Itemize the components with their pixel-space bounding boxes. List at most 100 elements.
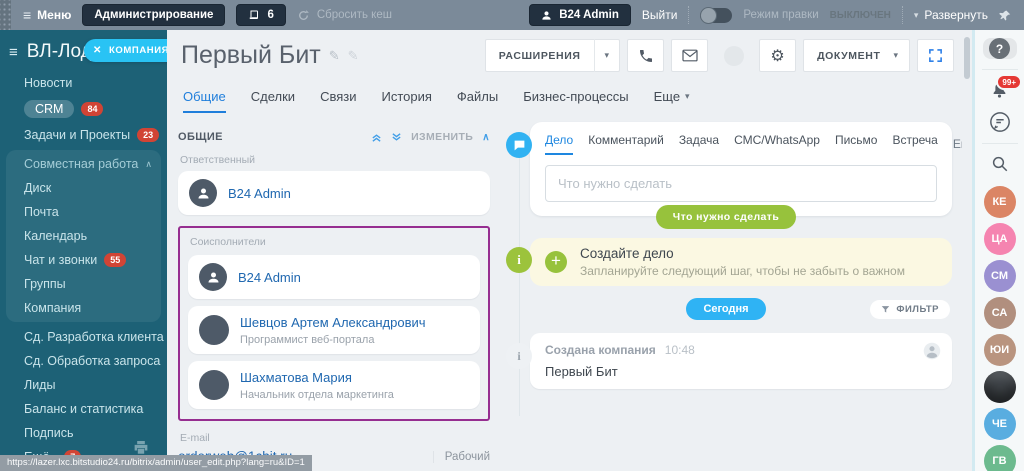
- composer-tab-meeting[interactable]: Встреча: [892, 133, 937, 155]
- expand-button[interactable]: ▾ Развернуть: [914, 8, 988, 22]
- rail-avatar[interactable]: СМ: [983, 260, 1016, 292]
- coexecutor-link[interactable]: Шахматова Мария: [240, 370, 352, 385]
- avatar: [199, 263, 227, 291]
- event-info-icon: i: [506, 343, 532, 369]
- envelope-icon: [681, 49, 698, 62]
- menu-button[interactable]: ≡ Меню: [23, 8, 71, 22]
- tab-relations[interactable]: Связи: [320, 89, 356, 113]
- coexecutor-link[interactable]: B24 Admin: [238, 270, 301, 285]
- chevron-down-icon: ▾: [893, 50, 898, 60]
- current-user-button[interactable]: B24 Admin: [529, 4, 631, 26]
- sidebar-item-request-processing[interactable]: Сд. Обработка запроса: [0, 349, 167, 373]
- sidebar-item-crm[interactable]: CRM 84: [0, 95, 167, 123]
- event-body: Первый Бит: [545, 364, 618, 379]
- expand-all-icon[interactable]: [391, 132, 402, 143]
- hint-title: Создайте дело: [580, 246, 674, 261]
- fullscreen-button[interactable]: [917, 39, 954, 72]
- rail-avatar[interactable]: ЮИ: [983, 334, 1016, 366]
- create-activity-hint[interactable]: + Создайте дело Запланируйте следующий ш…: [530, 238, 952, 286]
- pin-icon[interactable]: [999, 9, 1012, 22]
- tab-general[interactable]: Общие: [183, 89, 226, 113]
- reset-cache-button[interactable]: Сбросить кеш: [297, 9, 392, 22]
- rail-avatar[interactable]: СА: [983, 297, 1016, 329]
- rail-avatar[interactable]: ЦА: [983, 223, 1016, 255]
- todo-submit-button[interactable]: Что нужно сделать: [655, 205, 797, 229]
- coexecutor-card[interactable]: Шахматова Мария Начальник отдела маркети…: [188, 361, 480, 409]
- coexecutor-card[interactable]: B24 Admin: [188, 255, 480, 299]
- extensions-dropdown-caret[interactable]: ▾: [593, 39, 620, 72]
- sidebar-item-company[interactable]: Компания: [6, 296, 161, 320]
- sidebar-item-chat-calls[interactable]: Чат и звонки 55: [6, 248, 161, 272]
- close-icon[interactable]: ✕: [93, 45, 102, 56]
- tab-more[interactable]: Еще ▾: [654, 89, 690, 113]
- rail-avatar[interactable]: ЧЕ: [983, 408, 1016, 440]
- composer-tab-activity[interactable]: Дело: [545, 133, 574, 155]
- tab-history[interactable]: История: [381, 89, 431, 113]
- drag-handle[interactable]: [0, 0, 11, 30]
- edit-mode-toggle[interactable]: [700, 6, 733, 24]
- search-button[interactable]: [991, 155, 1009, 173]
- sidebar-item-mail[interactable]: Почта: [6, 200, 161, 224]
- rail-avatar-photo[interactable]: [983, 371, 1016, 403]
- email-type: Рабочий: [432, 450, 490, 463]
- timeline-event-card[interactable]: Создана компания 10:48 Первый Бит: [530, 333, 952, 389]
- administration-button[interactable]: Администрирование: [82, 4, 226, 26]
- company-tag-pill[interactable]: ✕ КОМПАНИЯ: [84, 39, 167, 62]
- extensions-button[interactable]: РАСШИРЕНИЯ ▾: [484, 39, 621, 72]
- composer-tab-letter[interactable]: Письмо: [835, 133, 878, 155]
- sidebar-item-leads[interactable]: Лиды: [0, 373, 167, 397]
- filter-button[interactable]: ФИЛЬТР: [870, 300, 950, 319]
- call-button[interactable]: [627, 39, 665, 72]
- coexecutor-link[interactable]: Шевцов Артем Александрович: [240, 315, 426, 330]
- event-author-avatar-icon: [923, 342, 941, 365]
- notifications-counter[interactable]: 6: [236, 4, 286, 26]
- sidebar-item-groups[interactable]: Группы: [6, 272, 161, 296]
- help-button[interactable]: ?: [982, 38, 1017, 59]
- document-button[interactable]: ДОКУМЕНТ ▾: [803, 39, 910, 72]
- today-badge[interactable]: Сегодня: [686, 298, 766, 320]
- rail-avatar[interactable]: КЕ: [983, 186, 1016, 218]
- phone-icon: [639, 49, 652, 62]
- coexecutor-role: Программист веб-портала: [240, 334, 375, 346]
- sidebar-item-calendar[interactable]: Календарь: [6, 224, 161, 248]
- sidebar-item-tasks[interactable]: Задачи и Проекты 23: [0, 123, 167, 147]
- settings-button[interactable]: ⚙: [759, 39, 797, 72]
- edit-title-icon[interactable]: ✎: [329, 48, 340, 64]
- email-button[interactable]: [671, 39, 709, 72]
- rail-avatar[interactable]: ГВ: [983, 445, 1016, 471]
- logout-link[interactable]: Выйти: [642, 8, 678, 22]
- responsible-link[interactable]: B24 Admin: [228, 186, 291, 201]
- sidebar-item-news[interactable]: Новости: [0, 71, 167, 95]
- notifications-bell-button[interactable]: 99+: [990, 74, 1022, 100]
- scrollbar-thumb[interactable]: [964, 37, 970, 79]
- responsible-card[interactable]: B24 Admin: [178, 171, 490, 215]
- plus-icon[interactable]: +: [545, 251, 567, 273]
- chat-button[interactable]: [989, 111, 1011, 133]
- edit-section-link[interactable]: ИЗМЕНИТЬ: [411, 131, 473, 143]
- sidebar-hamburger-icon[interactable]: ≡: [9, 44, 18, 61]
- separator: [688, 6, 690, 24]
- composer-tab-more[interactable]: Еще ∨: [953, 137, 962, 151]
- main-scrollbar[interactable]: [962, 30, 972, 471]
- sidebar-item-client-development[interactable]: Сд. Разработка клиента: [0, 325, 167, 349]
- chevron-down-icon: ▾: [685, 91, 690, 101]
- top-admin-bar: ≡ Меню Администрирование 6 Сбросить кеш …: [0, 0, 1024, 30]
- user-icon: [542, 10, 551, 20]
- composer-tab-task[interactable]: Задача: [679, 133, 719, 155]
- composer-tab-sms-whatsapp[interactable]: СМС/WhatsApp: [734, 133, 820, 155]
- sidebar-item-collaboration[interactable]: Совместная работа ∧: [6, 152, 161, 176]
- tab-business-processes[interactable]: Бизнес-процессы: [523, 89, 628, 113]
- coexecutor-card[interactable]: Шевцов Артем Александрович Программист в…: [188, 306, 480, 354]
- printer-icon[interactable]: [133, 441, 149, 455]
- tab-files[interactable]: Файлы: [457, 89, 498, 113]
- separator: [901, 6, 903, 24]
- edit-title-icon-secondary[interactable]: ✎: [348, 48, 359, 64]
- sidebar-item-drive[interactable]: Диск: [6, 176, 161, 200]
- sidebar-item-balance-stats[interactable]: Баланс и статистика: [0, 397, 167, 421]
- todo-input[interactable]: [545, 165, 937, 202]
- tab-deals[interactable]: Сделки: [251, 89, 295, 113]
- section-collapse-chevron[interactable]: ∧: [482, 132, 490, 143]
- collapse-all-icon[interactable]: [371, 132, 382, 143]
- book-icon: [250, 10, 259, 19]
- composer-tab-comment[interactable]: Комментарий: [588, 133, 664, 155]
